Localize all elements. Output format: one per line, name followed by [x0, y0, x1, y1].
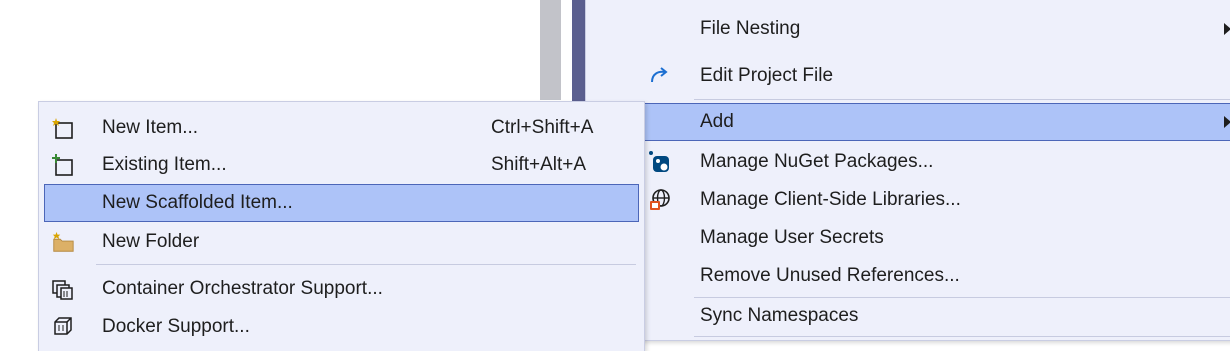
- submenu-item-label: New Folder: [102, 231, 200, 252]
- submenu-item-label: New Item...: [102, 117, 199, 138]
- nuget-icon: [648, 150, 672, 174]
- menu-item-label: Manage NuGet Packages...: [700, 151, 934, 172]
- menu-item-label: Edit Project File: [700, 65, 834, 86]
- submenu-item-docker-support[interactable]: Docker Support...: [39, 308, 644, 346]
- menu-item-label: Remove Unused References...: [700, 265, 960, 286]
- submenu-item-container-orchestrator[interactable]: Container Orchestrator Support...: [39, 270, 644, 308]
- menu-separator: [694, 99, 1230, 100]
- menu-item-manage-user-secrets[interactable]: Manage User Secrets: [586, 219, 1230, 257]
- editor-scrollbar[interactable]: [540, 0, 561, 100]
- menu-item-file-nesting[interactable]: File Nesting: [586, 10, 1230, 48]
- menu-item-label: Manage User Secrets: [700, 227, 884, 248]
- submenu-item-label: Existing Item...: [102, 154, 227, 175]
- shortcut-label: Shift+Alt+A: [491, 154, 587, 175]
- submenu-item-existing-item[interactable]: Existing Item... Shift+Alt+A: [39, 146, 644, 184]
- menu-item-add[interactable]: Add: [643, 103, 1230, 141]
- menu-item-label: Manage Client-Side Libraries...: [700, 189, 961, 210]
- submenu-arrow-icon: [1224, 23, 1230, 35]
- submenu-item-new-item[interactable]: New Item... Ctrl+Shift+A: [39, 109, 644, 147]
- menu-separator: [694, 336, 1230, 337]
- submenu-item-new-folder[interactable]: New Folder: [39, 223, 644, 261]
- menu-separator: [96, 264, 636, 265]
- submenu-item-new-scaffolded-item[interactable]: New Scaffolded Item...: [44, 184, 639, 222]
- menu-item-manage-client-libraries[interactable]: Manage Client-Side Libraries...: [586, 181, 1230, 219]
- menu-item-label: File Nesting: [700, 18, 801, 39]
- docker-icon: [51, 315, 75, 339]
- redo-arrow-icon: [648, 64, 672, 88]
- shortcut-label: Ctrl+Shift+A: [491, 117, 594, 138]
- menu-item-remove-unused-references[interactable]: Remove Unused References...: [586, 257, 1230, 295]
- menu-item-label: Sync Namespaces: [700, 305, 859, 326]
- menu-item-manage-nuget[interactable]: Manage NuGet Packages...: [586, 143, 1230, 181]
- menu-item-label: Add: [700, 111, 734, 132]
- submenu-item-label: Docker Support...: [102, 316, 250, 337]
- submenu-item-label: New Scaffolded Item...: [102, 192, 293, 213]
- submenu-arrow-icon: [1224, 116, 1230, 128]
- existing-item-icon: [51, 153, 75, 177]
- submenu-item-label: Container Orchestrator Support...: [102, 278, 383, 299]
- menu-item-sync-namespaces[interactable]: Sync Namespaces: [586, 297, 1230, 335]
- client-libraries-icon: [648, 188, 672, 212]
- project-context-menu: File Nesting Edit Project File Add Manag…: [585, 0, 1230, 341]
- new-item-icon: [51, 116, 75, 140]
- container-orchestrator-icon: [51, 277, 75, 301]
- new-folder-icon: [51, 230, 75, 254]
- add-submenu: New Item... Ctrl+Shift+A Existing Item..…: [38, 101, 645, 351]
- menu-item-edit-project-file[interactable]: Edit Project File: [586, 57, 1230, 95]
